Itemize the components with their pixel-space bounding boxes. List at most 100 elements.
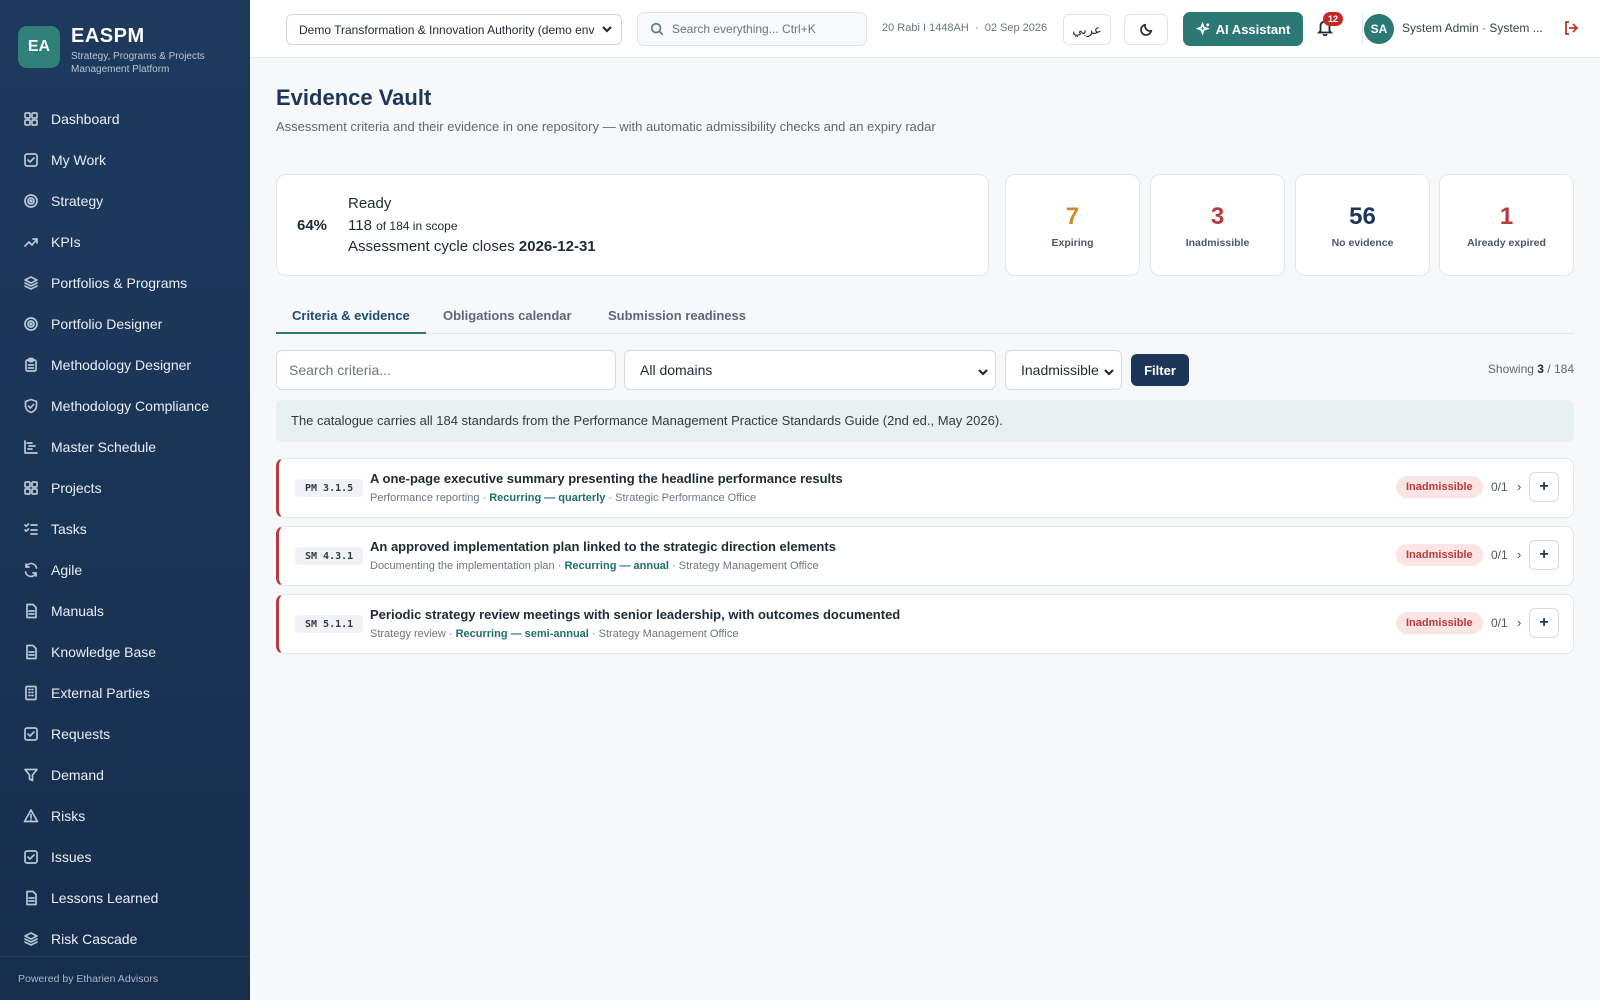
brand-name: EASPM: [71, 25, 145, 47]
date-separator: ·: [974, 22, 979, 34]
chevron-right-icon[interactable]: ›: [1517, 547, 1521, 562]
filter-bar: Search criteria... All domains Inadmissi…: [276, 350, 1574, 390]
theme-toggle-button[interactable]: [1124, 14, 1168, 45]
sidebar-item-manuals[interactable]: Manuals: [0, 590, 250, 631]
domain-select[interactable]: All domains: [624, 350, 996, 390]
criteria-row[interactable]: SM 5.1.1 Periodic strategy review meeting…: [276, 594, 1574, 654]
list-check-icon: [23, 521, 39, 537]
language-toggle-button[interactable]: عربي: [1063, 14, 1111, 45]
sidebar-item-projects[interactable]: Projects: [0, 467, 250, 508]
brand-subtitle: Strategy, Programs & Projects Management…: [71, 51, 205, 75]
add-evidence-button[interactable]: +: [1529, 540, 1559, 570]
tab-criteria-evidence[interactable]: Criteria & evidence: [276, 300, 426, 334]
check-square-icon: [23, 726, 39, 742]
sidebar-item-label: Agile: [51, 561, 83, 578]
criteria-category: Strategy review: [370, 628, 446, 640]
sidebar-item-label: Projects: [51, 479, 102, 496]
check-square-icon: [23, 849, 39, 865]
criteria-owner: Strategic Performance Office: [615, 492, 757, 504]
criteria-list: PM 3.1.5 A one-page executive summary pre…: [276, 458, 1574, 662]
showing-total: / 184: [1547, 362, 1574, 376]
sidebar-item-label: KPIs: [51, 233, 81, 250]
criteria-meta: Performance reporting · Recurring — quar…: [370, 492, 757, 504]
chevron-right-icon[interactable]: ›: [1517, 479, 1521, 494]
kpi-card-inadmissible[interactable]: 3 Inadmissible: [1150, 174, 1285, 276]
brand-logo-badge: EA: [18, 26, 60, 68]
sidebar-item-external-parties[interactable]: External Parties: [0, 672, 250, 713]
kpi-label: No evidence: [1331, 237, 1394, 249]
sidebar-item-demand[interactable]: Demand: [0, 754, 250, 795]
brand: EA EASPM Strategy, Programs & Projects M…: [0, 0, 250, 90]
sparkles-icon: [1195, 21, 1210, 36]
global-search-input[interactable]: Search everything... Ctrl+K: [637, 12, 867, 46]
kpi-value: 56: [1349, 203, 1376, 230]
funnel-icon: [23, 767, 39, 783]
sidebar-item-issues[interactable]: Issues: [0, 836, 250, 877]
target-icon: [23, 316, 39, 332]
sidebar-item-label: Knowledge Base: [51, 643, 157, 660]
sidebar-item-risk-cascade[interactable]: Risk Cascade: [0, 918, 250, 959]
user-name[interactable]: System Admin · System ...: [1402, 21, 1543, 35]
add-evidence-button[interactable]: +: [1529, 472, 1559, 502]
sidebar-item-label: Methodology Designer: [51, 356, 192, 373]
kpi-value: 3: [1210, 203, 1225, 230]
criteria-title[interactable]: A one-page executive summary presenting …: [370, 471, 843, 486]
sidebar-item-knowledge-base[interactable]: Knowledge Base: [0, 631, 250, 672]
tab-submission-readiness[interactable]: Submission readiness: [592, 300, 762, 334]
kpi-card-already-expired[interactable]: 1 Already expired: [1439, 174, 1574, 276]
sidebar-item-master-schedule[interactable]: Master Schedule: [0, 426, 250, 467]
check-square-icon: [23, 152, 39, 168]
readiness-of-text: of 184 in scope: [376, 219, 458, 233]
kpi-card-expiring[interactable]: 7 Expiring: [1005, 174, 1140, 276]
criteria-search-input[interactable]: Search criteria...: [276, 350, 616, 390]
sidebar-item-tasks[interactable]: Tasks: [0, 508, 250, 549]
date-display: 20 Rabi I 1448AH · 02 Sep 2026: [882, 22, 1047, 34]
evidence-count: 0/1: [1491, 548, 1508, 562]
criteria-code: PM 3.1.5: [295, 479, 364, 497]
page-subtitle: Assessment criteria and their evidence i…: [276, 119, 936, 134]
sidebar-item-my-work[interactable]: My Work: [0, 139, 250, 180]
sidebar-item-dashboard[interactable]: Dashboard: [0, 98, 250, 139]
search-icon: [650, 22, 664, 36]
criteria-owner: Strategy Management Office: [678, 560, 819, 572]
sidebar-item-label: Dashboard: [51, 110, 120, 127]
sidebar-item-methodology-designer[interactable]: Methodology Designer: [0, 344, 250, 385]
organization-select[interactable]: Demo Transformation & Innovation Authori…: [286, 14, 622, 45]
kpi-card-no-evidence[interactable]: 56 No evidence: [1295, 174, 1430, 276]
tab-obligations-calendar[interactable]: Obligations calendar: [427, 300, 588, 334]
readiness-card: 64% Ready 118 of 184 in scope Assessment…: [276, 174, 989, 276]
criteria-recurrence: Recurring — quarterly: [489, 492, 606, 504]
criteria-meta: Documenting the implementation plan · Re…: [370, 560, 819, 572]
readiness-cycle-text: Assessment cycle closes: [348, 238, 515, 255]
filter-button[interactable]: Filter: [1131, 354, 1189, 386]
logout-button[interactable]: [1563, 20, 1579, 36]
sidebar-item-label: Risks: [51, 807, 86, 824]
chevron-right-icon[interactable]: ›: [1517, 615, 1521, 630]
sidebar-item-methodology-compliance[interactable]: Methodology Compliance: [0, 385, 250, 426]
sidebar-item-agile[interactable]: Agile: [0, 549, 250, 590]
status-select[interactable]: Inadmissible: [1005, 350, 1122, 390]
criteria-code: SM 4.3.1: [295, 547, 364, 565]
sidebar-item-lessons-learned[interactable]: Lessons Learned: [0, 877, 250, 918]
status-badge: Inadmissible: [1396, 476, 1483, 498]
user-avatar[interactable]: SA: [1364, 14, 1394, 44]
sidebar-item-requests[interactable]: Requests: [0, 713, 250, 754]
status-badge: Inadmissible: [1396, 612, 1483, 634]
sidebar-footer: Powered by Etharien Advisors: [0, 956, 250, 1000]
criteria-row[interactable]: PM 3.1.5 A one-page executive summary pre…: [276, 458, 1574, 518]
sidebar-item-risks[interactable]: Risks: [0, 795, 250, 836]
criteria-title[interactable]: An approved implementation plan linked t…: [370, 539, 836, 554]
sidebar-item-label: My Work: [51, 151, 106, 168]
criteria-row[interactable]: SM 4.3.1 An approved implementation plan …: [276, 526, 1574, 586]
add-evidence-button[interactable]: +: [1529, 608, 1559, 638]
results-count: Showing 3 / 184: [1488, 362, 1574, 376]
sidebar-item-strategy[interactable]: Strategy: [0, 180, 250, 221]
sidebar-item-label: Portfolio Designer: [51, 315, 163, 332]
readiness-percent: 64%: [297, 217, 328, 234]
sidebar-item-kpis[interactable]: KPIs: [0, 221, 250, 262]
ai-assistant-button[interactable]: AI Assistant: [1183, 12, 1303, 46]
sidebar-item-portfolios-programs[interactable]: Portfolios & Programs: [0, 262, 250, 303]
ai-assistant-label: AI Assistant: [1215, 21, 1291, 37]
criteria-title[interactable]: Periodic strategy review meetings with s…: [370, 607, 900, 622]
sidebar-item-portfolio-designer[interactable]: Portfolio Designer: [0, 303, 250, 344]
